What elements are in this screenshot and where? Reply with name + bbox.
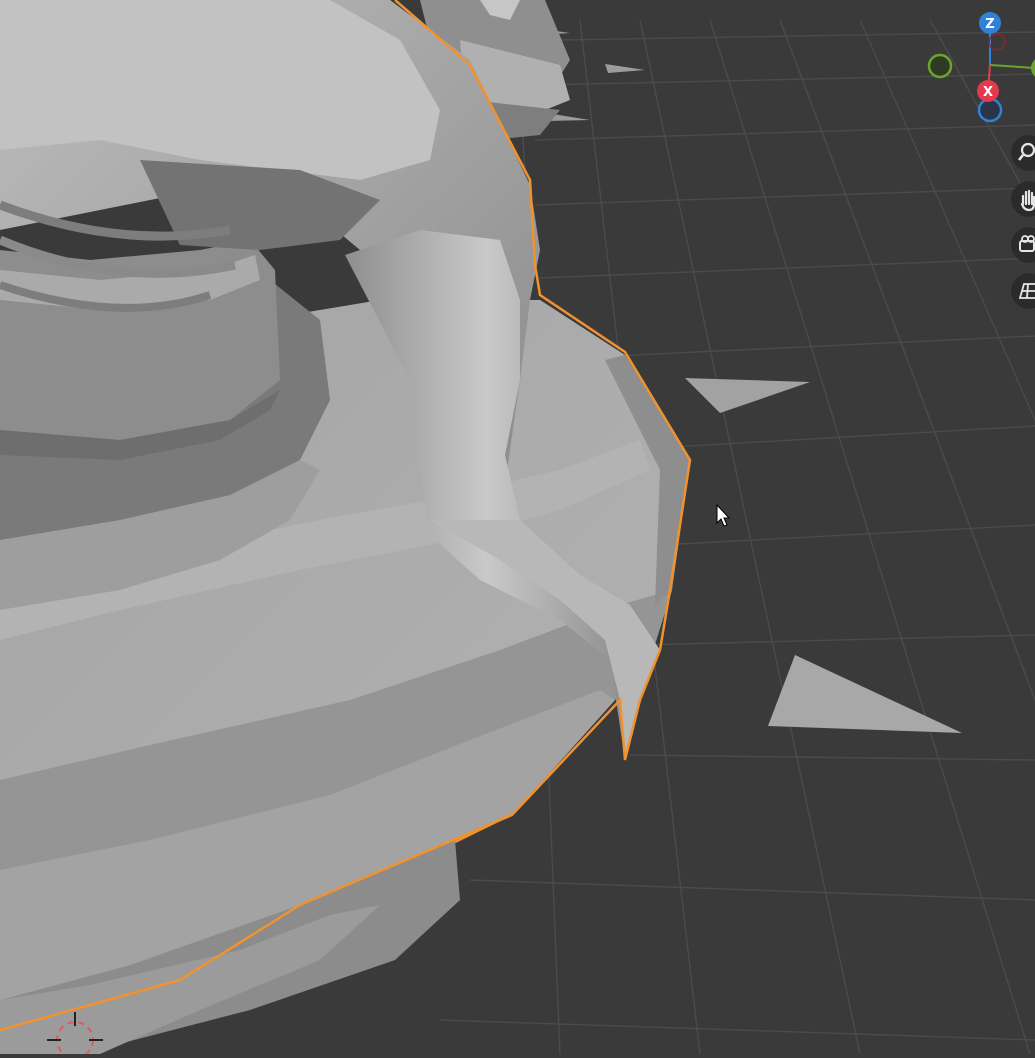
perspective-grid-icon	[1018, 283, 1035, 299]
gizmo-z-label: Z	[985, 17, 994, 32]
zoom-icon	[1017, 142, 1035, 161]
camera-view-button[interactable]	[1012, 228, 1035, 262]
camera-icon	[1019, 235, 1035, 252]
hand-pan-icon	[1020, 189, 1035, 212]
zoom-button[interactable]	[1012, 136, 1035, 170]
pan-button[interactable]	[1012, 182, 1035, 216]
gizmo-y-negative[interactable]	[927, 53, 953, 79]
perspective-toggle-button[interactable]	[1012, 274, 1035, 308]
3d-viewport[interactable]: Z X	[0, 0, 1035, 1058]
gizmo-z-negative[interactable]	[977, 97, 1003, 123]
gizmo-x-label: X	[983, 85, 993, 100]
